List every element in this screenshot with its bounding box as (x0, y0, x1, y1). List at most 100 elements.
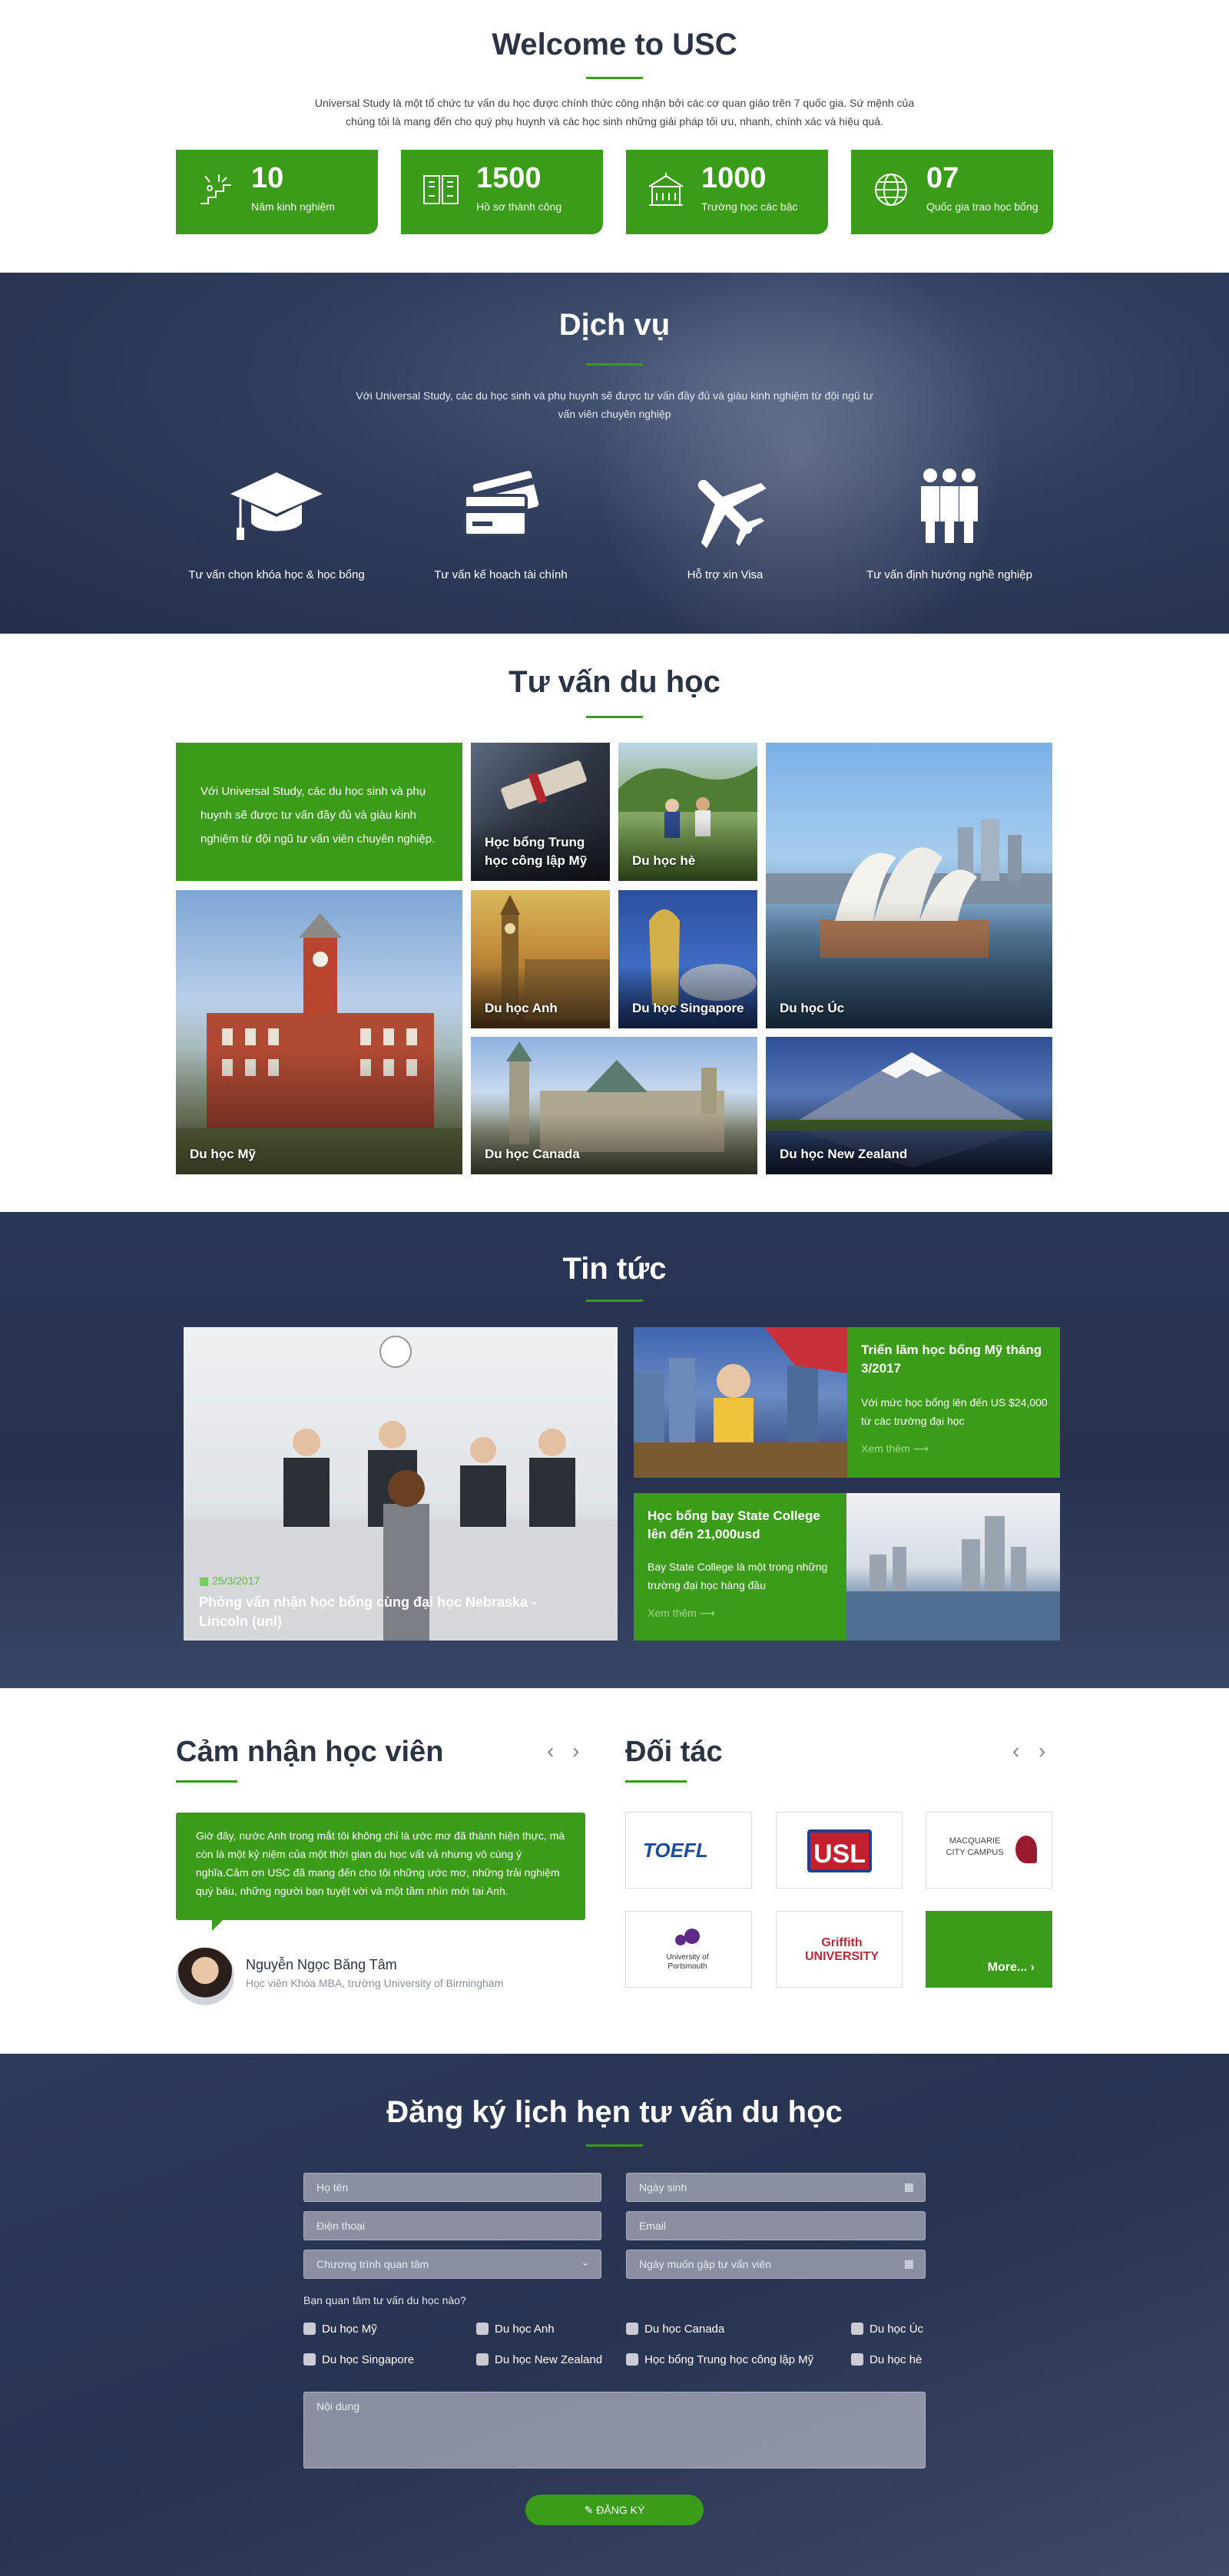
chevron-left-icon[interactable]: ‹ (1012, 1739, 1019, 1763)
school-icon (648, 173, 684, 206)
tile-label: Du học hè (632, 853, 696, 868)
macquarie-logo: MACQUARIE CITY CAMPUS (946, 1836, 1004, 1857)
globe-icon (875, 174, 907, 206)
stat-card-files: 1500 Hồ sơ thành công (401, 150, 603, 234)
meeting-date-field[interactable]: Ngày muốn gặp tư vấn viên ▦ (626, 2250, 926, 2279)
testimonial-quote-box: Giờ đây, nước Anh trong mắt tôi không ch… (176, 1813, 585, 1920)
stat-label: Năm kinh nghiệm (251, 200, 335, 213)
service-visa[interactable]: Hỗ trợ xin Visa (610, 465, 840, 581)
service-label: Hỗ trợ xin Visa (687, 568, 764, 581)
checkbox-new-zealand[interactable]: Du học New Zealand (476, 2353, 602, 2366)
content-textarea[interactable]: Nội dung (303, 2392, 926, 2468)
tile-uk[interactable]: Du học Anh (471, 890, 610, 1028)
checkbox-summer[interactable]: Du học hè (851, 2353, 922, 2366)
avatar (176, 1947, 234, 2005)
partner-logo-portsmouth[interactable]: University of Portsmouth (625, 1911, 752, 1988)
news-item-desc: Với mức học bổng lên đến US $24,000 từ c… (861, 1396, 1048, 1427)
checkbox-us-highschool-scholarship[interactable]: Học bổng Trung học công lập Mỹ (626, 2353, 813, 2366)
chevron-right-icon[interactable]: › (1039, 1739, 1045, 1763)
tile-label: Du học Singapore (632, 1001, 744, 1015)
stat-label: Quốc gia trao học bổng (926, 200, 1039, 213)
partner-logo-macquarie[interactable]: MACQUARIE CITY CAMPUS (926, 1812, 1052, 1889)
toefl-logo: TOEFL (643, 1839, 708, 1862)
news-card-2[interactable]: Học bổng bay State College lên đến 21,00… (634, 1493, 846, 1641)
news-item-desc: Bay State College là một trong những trư… (648, 1561, 828, 1591)
name-field[interactable]: Họ tên (303, 2173, 601, 2202)
checkbox-uk[interactable]: Du học Anh (476, 2323, 555, 2336)
partners-title: Đối tác (625, 1736, 723, 1768)
testimonials-title: Cảm nhận học viên (176, 1736, 444, 1768)
griffith-logo: Griffith UNIVERSITY (804, 1936, 879, 1963)
tile-new-zealand[interactable]: Du học New Zealand (766, 1037, 1052, 1174)
appointment-form-section: Đăng ký lịch hẹn tư vấn du học Họ tên Ng… (0, 2054, 1229, 2576)
checkbox-singapore[interactable]: Du học Singapore (303, 2353, 414, 2366)
title-underline (586, 363, 643, 366)
consult-intro: Với Universal Study, các du học sinh và … (200, 785, 436, 846)
news-photo-girl (634, 1327, 847, 1478)
tile-usa[interactable]: Du học Mỹ (176, 890, 462, 1174)
stat-label: Trường học các bậc (701, 200, 798, 213)
interest-question: Bạn quan tâm tư vấn du học nào? (303, 2294, 466, 2306)
tile-australia[interactable]: Du học Úc (766, 743, 1052, 1028)
dob-field[interactable]: Ngày sinh ▦ (626, 2173, 926, 2202)
service-finance[interactable]: Tư vấn kế hoạch tài chính (386, 465, 616, 581)
news-featured-card[interactable]: ▦ 25/3/2017 Phỏng vấn nhận học bổng cùng… (184, 1327, 618, 1641)
tile-singapore[interactable]: Du học Singapore (618, 890, 757, 1028)
stat-value: 1000 (701, 162, 767, 194)
news-featured-title[interactable]: Phỏng vấn nhận học bổng cùng đại học Neb… (199, 1593, 571, 1631)
services-title: Dịch vụ (558, 308, 671, 342)
tile-label: Du học New Zealand (780, 1147, 908, 1161)
program-select[interactable]: Chương trình quan tâm ⌄ (303, 2250, 601, 2279)
title-underline (586, 1300, 643, 1302)
news-item-title[interactable]: Triển lãm học bổng Mỹ tháng 3/2017 (861, 1341, 1049, 1378)
checkbox-usa[interactable]: Du học Mỹ (303, 2323, 377, 2336)
phone-field[interactable]: Điện thoại (303, 2211, 601, 2240)
files-icon (423, 175, 459, 204)
news-section: Tin tức ▦ 25/3/2017 Phỏng vấn nhận học b… (0, 1212, 1229, 1688)
tile-summer[interactable]: Du học hè (618, 743, 757, 881)
tile-label: Du học Canada (485, 1147, 580, 1161)
submit-button[interactable]: ✎ ĐĂNG KÝ (525, 2495, 704, 2525)
partner-logo-usl[interactable]: USL (776, 1812, 903, 1889)
service-course[interactable]: Tư vấn chọn khóa học & học bổng (161, 465, 392, 581)
chevron-down-icon: ⌄ (581, 2256, 590, 2268)
consult-title: Tư vấn du học (508, 665, 721, 699)
read-more-link[interactable]: Xem thêm ⟶ (861, 1442, 929, 1455)
checkbox-canada[interactable]: Du học Canada (626, 2323, 724, 2336)
quote-pointer (212, 1920, 234, 1931)
tile-canada[interactable]: Du học Canada (471, 1037, 757, 1174)
partner-logo-griffith[interactable]: Griffith UNIVERSITY (776, 1911, 903, 1988)
service-label: Tư vấn định hướng nghề nghiệp (866, 568, 1032, 581)
partner-logo-toefl[interactable]: TOEFL (625, 1812, 752, 1889)
testimonial-quote: Giờ đây, nước Anh trong mắt tôi không ch… (196, 1829, 565, 1897)
tile-label: Du học Mỹ (190, 1147, 256, 1161)
email-field[interactable]: Email (626, 2211, 926, 2240)
calendar-icon: ▦ (903, 2257, 914, 2270)
usl-logo: USL (807, 1829, 872, 1872)
airplane-icon (697, 479, 767, 548)
news-item-title[interactable]: Học bổng bay State College lên đến 21,00… (648, 1507, 836, 1544)
calendar-icon: ▦ (903, 2180, 914, 2193)
chevron-left-icon[interactable]: ‹ (547, 1739, 554, 1763)
partners-more-button[interactable]: More... › (926, 1911, 1052, 1988)
stat-value: 10 (251, 162, 284, 194)
read-more-link[interactable]: Xem thêm ⟶ (648, 1607, 715, 1620)
stat-card-years: 10 Năm kinh nghiệm (176, 150, 378, 234)
title-underline (176, 1780, 237, 1783)
people-icon (921, 469, 978, 543)
service-career[interactable]: Tư vấn định hướng nghề nghiệp (834, 465, 1065, 581)
welcome-intro: Universal Study là một tổ chức tư vấn du… (314, 97, 915, 127)
student-name: Nguyễn Ngọc Băng Tâm (246, 1957, 397, 1972)
title-underline (586, 716, 643, 718)
stat-label: Hồ sơ thành công (476, 200, 562, 213)
news-title: Tin tức (562, 1252, 667, 1286)
macquarie-emblem (1015, 1836, 1037, 1863)
title-underline (625, 1780, 687, 1783)
tile-scholarship-us[interactable]: Học bổng Trung học công lập Mỹ (471, 743, 610, 881)
checkbox-australia[interactable]: Du học Úc (851, 2323, 923, 2336)
graduation-cap-icon (230, 472, 323, 540)
stat-value: 07 (926, 162, 959, 194)
form-title: Đăng ký lịch hẹn tư vấn du học (386, 2095, 843, 2129)
chevron-right-icon[interactable]: › (572, 1739, 579, 1763)
news-card-1[interactable]: Triển lãm học bổng Mỹ tháng 3/2017 Với m… (847, 1327, 1060, 1478)
